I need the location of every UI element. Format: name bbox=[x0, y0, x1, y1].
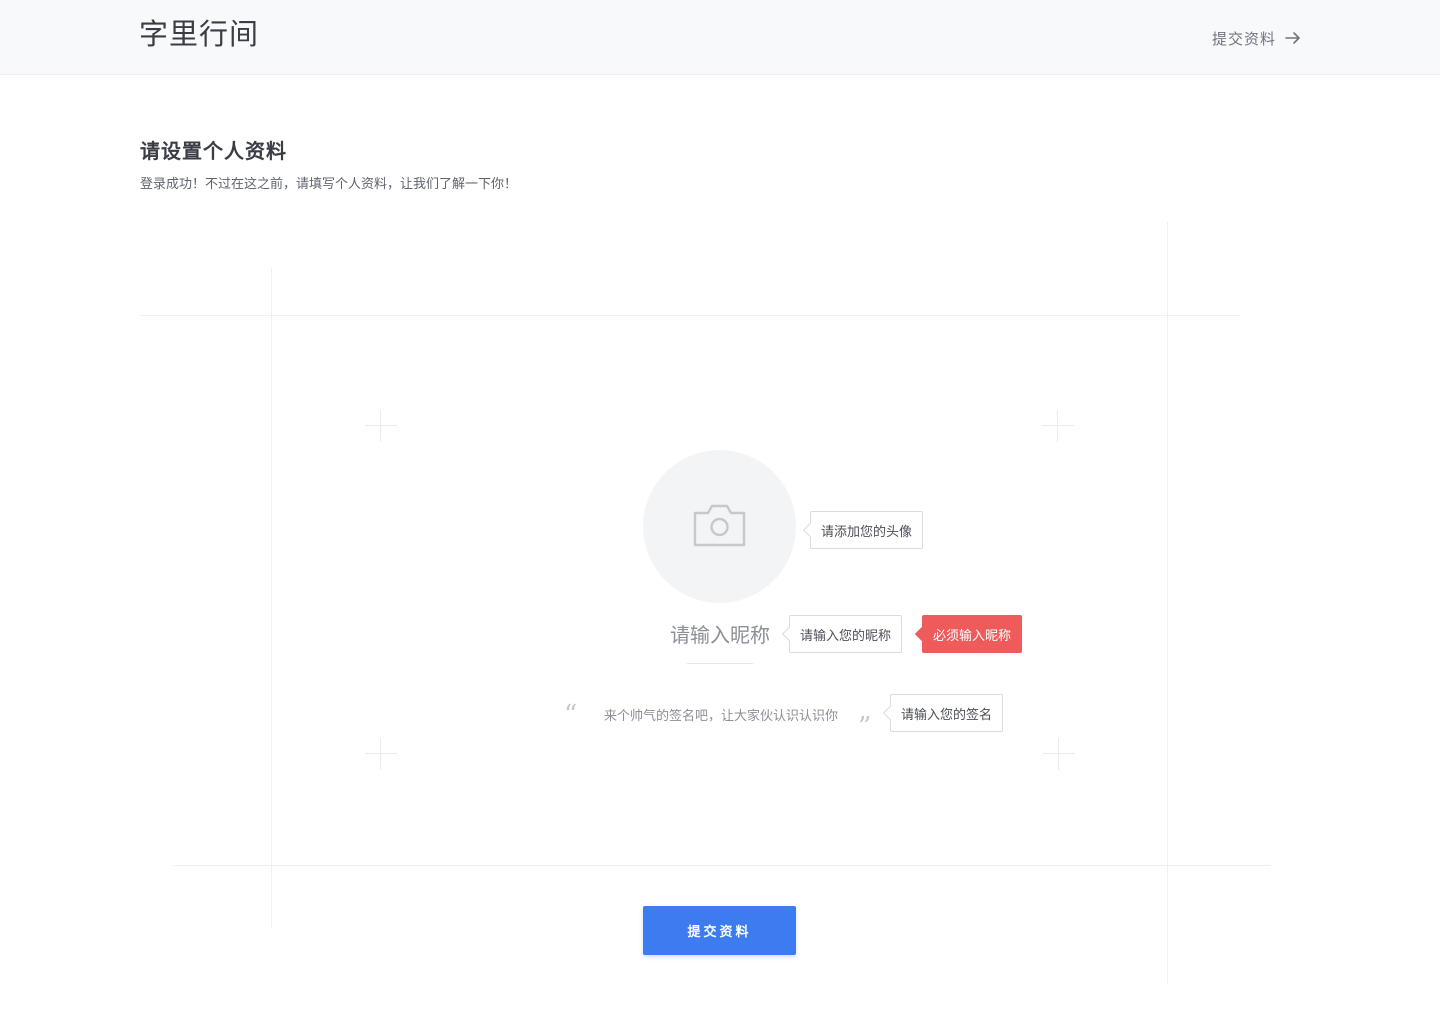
guide-line-top bbox=[140, 315, 1240, 316]
camera-icon bbox=[692, 502, 747, 552]
crosshair-mark bbox=[1042, 410, 1074, 442]
nickname-input[interactable] bbox=[645, 617, 795, 653]
avatar-tooltip: 请添加您的头像 bbox=[810, 511, 924, 549]
arrow-right-icon bbox=[1284, 29, 1302, 47]
avatar-upload[interactable] bbox=[643, 450, 796, 603]
signature-input[interactable] bbox=[588, 703, 854, 729]
guide-line-bottom bbox=[173, 865, 1271, 866]
nickname-tooltip: 请输入您的昵称 bbox=[789, 615, 903, 653]
page-subtitle: 登录成功！不过在这之前，请填写个人资料，让我们了解一下你！ bbox=[140, 177, 518, 192]
crosshair-mark bbox=[1043, 738, 1075, 770]
nickname-underline bbox=[687, 663, 753, 664]
guide-line-right bbox=[1167, 222, 1168, 984]
header-submit-label: 提交资料 bbox=[1211, 29, 1276, 48]
crosshair-mark bbox=[365, 738, 397, 770]
crosshair-mark bbox=[365, 410, 397, 442]
site-logo[interactable]: 字里行间 bbox=[139, 14, 259, 54]
close-quote-icon: ” bbox=[858, 712, 872, 742]
guide-line-left bbox=[271, 268, 272, 928]
submit-button[interactable]: 提交资料 bbox=[643, 906, 796, 955]
signature-tooltip: 请输入您的签名 bbox=[890, 694, 1004, 732]
page-title: 请设置个人资料 bbox=[140, 139, 287, 163]
top-bar: 字里行间 提交资料 bbox=[0, 0, 1440, 75]
open-quote-icon: “ bbox=[564, 700, 578, 730]
nickname-error-tooltip: 必须输入昵称 bbox=[922, 615, 1023, 653]
header-submit-link[interactable]: 提交资料 bbox=[1212, 24, 1302, 52]
